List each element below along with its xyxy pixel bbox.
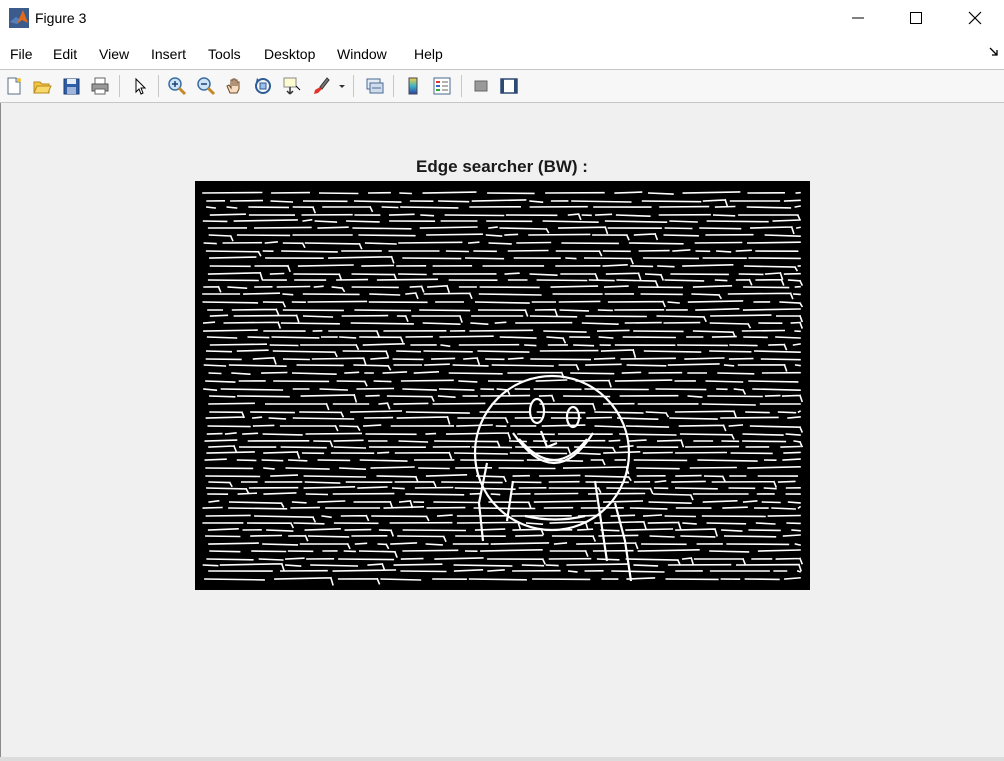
menu-desktop[interactable]: Desktop <box>264 46 315 62</box>
new-figure-icon[interactable] <box>4 76 24 96</box>
edge-map <box>195 181 810 590</box>
zoom-in-icon[interactable] <box>167 76 187 96</box>
menu-insert[interactable]: Insert <box>151 46 186 62</box>
title-bar: Figure 3 <box>0 0 1004 38</box>
window-title: Figure 3 <box>35 10 87 26</box>
menu-bar: File Edit View Insert Tools Desktop Wind… <box>0 38 1004 69</box>
link-plot-icon[interactable] <box>365 76 385 96</box>
menu-file[interactable]: File <box>10 46 33 62</box>
pan-icon[interactable] <box>224 76 244 96</box>
menu-view[interactable]: View <box>99 46 129 62</box>
maximize-icon <box>910 12 922 24</box>
figure-canvas[interactable]: Edge searcher (BW) : <box>0 103 1004 761</box>
menu-help[interactable]: Help <box>414 46 443 62</box>
save-icon[interactable] <box>61 76 81 96</box>
maximize-button[interactable] <box>893 0 939 36</box>
close-button[interactable] <box>952 0 998 36</box>
minimize-button[interactable] <box>835 0 881 36</box>
colorbar-icon[interactable] <box>403 76 423 96</box>
axes-title: Edge searcher (BW) : <box>416 157 588 176</box>
edge-image[interactable] <box>195 181 810 590</box>
matlab-icon <box>9 8 29 28</box>
data-cursor-icon[interactable] <box>282 76 302 96</box>
rotate-3d-icon[interactable] <box>253 76 273 96</box>
dock-figure-icon[interactable] <box>988 44 1000 62</box>
window-bottom-border <box>0 757 1004 761</box>
legend-icon[interactable] <box>432 76 452 96</box>
open-file-icon[interactable] <box>32 76 52 96</box>
brush-dropdown-icon[interactable] <box>336 76 348 96</box>
hide-plot-tools-icon[interactable] <box>471 76 491 96</box>
close-icon <box>968 11 982 25</box>
menu-window[interactable]: Window <box>337 46 387 62</box>
minimize-icon <box>852 17 864 19</box>
edit-plot-icon[interactable] <box>130 76 150 96</box>
window-left-border <box>0 103 1 761</box>
show-plot-tools-icon[interactable] <box>499 76 519 96</box>
figure-toolbar <box>0 69 1004 103</box>
menu-tools[interactable]: Tools <box>208 46 241 62</box>
zoom-out-icon[interactable] <box>196 76 216 96</box>
brush-icon[interactable] <box>311 76 331 96</box>
menu-edit[interactable]: Edit <box>53 46 77 62</box>
print-icon[interactable] <box>90 76 110 96</box>
